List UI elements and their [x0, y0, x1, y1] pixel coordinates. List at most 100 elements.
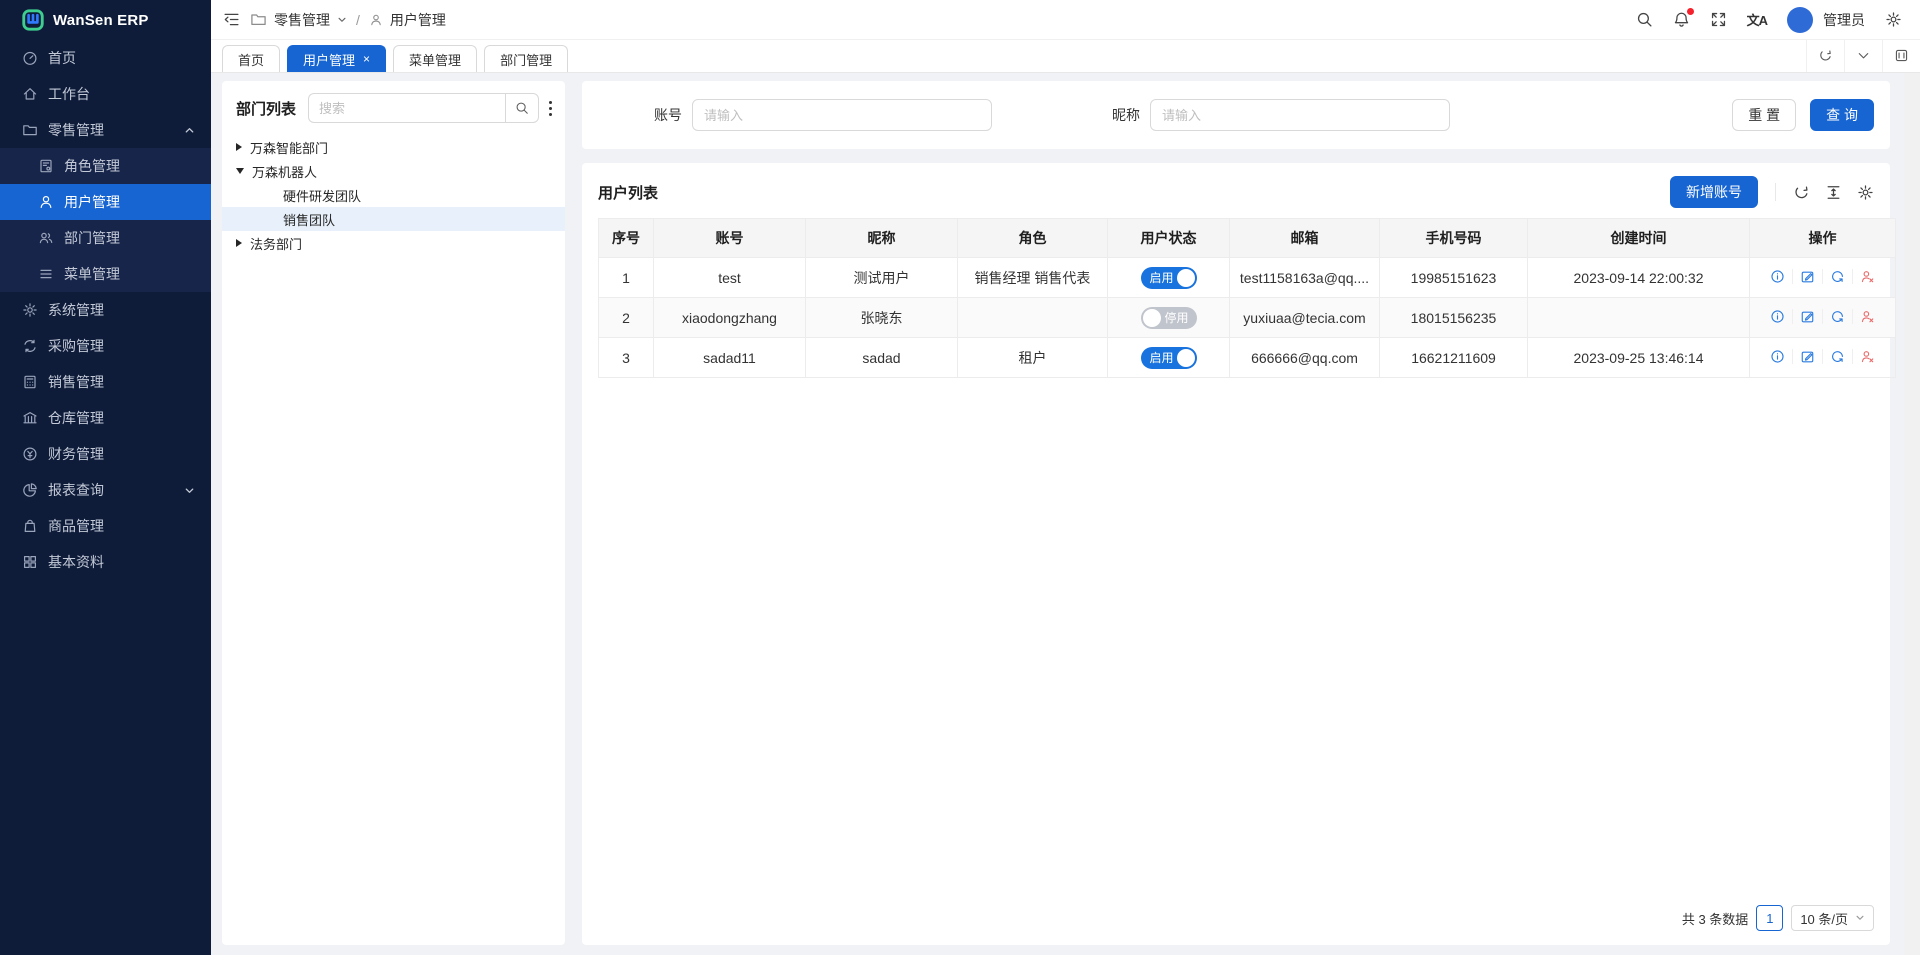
tabs-chevron-down-icon[interactable] [1844, 39, 1882, 72]
app-logo: WanSen ERP [0, 0, 211, 40]
account-input[interactable] [692, 99, 992, 131]
row-actions [1763, 309, 1882, 324]
sidebar-item-home[interactable]: 首页 [0, 40, 211, 76]
page-size-select[interactable]: 10 条/页 [1791, 905, 1874, 931]
fullscreen-icon[interactable] [1710, 11, 1727, 28]
sidebar-item-dept-mgmt[interactable]: 部门管理 [0, 220, 211, 256]
caret-right-icon[interactable] [236, 143, 242, 151]
notification-bell-icon[interactable] [1673, 11, 1690, 28]
row-height-icon[interactable] [1825, 184, 1842, 201]
tree-item-hardware-team[interactable]: 硬件研发团队 [222, 183, 565, 207]
sidebar-item-label: 零售管理 [48, 120, 104, 140]
settings-gear-icon[interactable] [1885, 11, 1902, 28]
reset-password-icon[interactable] [1822, 309, 1852, 324]
sidebar-item-sales-mgmt[interactable]: 销售管理 [0, 364, 211, 400]
open-tabs: 首页 用户管理 × 菜单管理 部门管理 [222, 45, 1806, 72]
tab-user-mgmt[interactable]: 用户管理 × [287, 45, 386, 72]
tree-item-wansen-robot[interactable]: 万森机器人 [222, 159, 565, 183]
info-icon[interactable] [1763, 269, 1792, 284]
table-refresh-icon[interactable] [1793, 184, 1810, 201]
maximize-pane-icon[interactable] [1882, 39, 1920, 72]
page-scrollbar[interactable] [1904, 73, 1920, 955]
sidebar-submenu-retail: 角色管理 用户管理 部门管理 菜单管理 [0, 148, 211, 292]
col-nickname: 昵称 [806, 219, 958, 258]
col-created: 创建时间 [1528, 219, 1750, 258]
sidebar-item-label: 基本资料 [48, 552, 104, 572]
gear-icon [22, 302, 38, 318]
col-phone: 手机号码 [1380, 219, 1528, 258]
info-icon[interactable] [1763, 309, 1792, 324]
col-email: 邮箱 [1230, 219, 1380, 258]
refresh-tab-icon[interactable] [1806, 39, 1844, 72]
sidebar-item-menu-mgmt[interactable]: 菜单管理 [0, 256, 211, 292]
sidebar-item-warehouse-mgmt[interactable]: 仓库管理 [0, 400, 211, 436]
department-panel: 部门列表 万森智能部门 万森机器人 硬件研发团队 销售团队 [222, 81, 565, 945]
sidebar-item-retail[interactable]: 零售管理 [0, 112, 211, 148]
user-name[interactable]: 管理员 [1823, 10, 1865, 30]
avatar[interactable] [1787, 7, 1813, 33]
tab-home[interactable]: 首页 [222, 45, 280, 72]
reset-password-icon[interactable] [1822, 349, 1852, 364]
info-icon[interactable] [1763, 349, 1792, 364]
sidebar-item-purchase-mgmt[interactable]: 采购管理 [0, 328, 211, 364]
team-icon [38, 230, 54, 246]
sidebar-item-label: 财务管理 [48, 444, 104, 464]
pagination-total: 共 3 条数据 [1682, 909, 1748, 928]
status-toggle[interactable]: 启用 [1141, 347, 1197, 369]
sidebar-item-user-mgmt[interactable]: 用户管理 [0, 184, 211, 220]
caret-right-icon[interactable] [236, 239, 242, 247]
edit-icon[interactable] [1792, 309, 1822, 324]
status-toggle[interactable]: 启用 [1141, 267, 1197, 289]
page-1-button[interactable]: 1 [1756, 905, 1783, 931]
tab-dept-mgmt[interactable]: 部门管理 [484, 45, 568, 72]
collapse-sidebar-icon[interactable] [223, 11, 240, 28]
search-icon[interactable] [1636, 11, 1653, 28]
column-settings-gear-icon[interactable] [1857, 184, 1874, 201]
header-actions: 文A 管理员 [1636, 7, 1902, 33]
col-status: 用户状态 [1108, 219, 1230, 258]
status-toggle[interactable]: 停用 [1141, 307, 1197, 329]
tree-item-wansen-smart[interactable]: 万森智能部门 [222, 135, 565, 159]
query-button[interactable]: 查 询 [1810, 99, 1874, 131]
department-panel-title: 部门列表 [236, 98, 296, 119]
edit-icon[interactable] [1792, 349, 1822, 364]
department-search-button[interactable] [505, 93, 539, 123]
sidebar-item-report-query[interactable]: 报表查询 [0, 472, 211, 508]
tree-item-legal-dept[interactable]: 法务部门 [222, 231, 565, 255]
sidebar-menu: 首页 工作台 零售管理 角色管理 用户管理 部门管理 [0, 40, 211, 580]
repeat-icon [22, 338, 38, 354]
reset-password-icon[interactable] [1822, 269, 1852, 284]
remove-user-icon[interactable] [1852, 269, 1882, 284]
department-search [308, 93, 539, 123]
sidebar-item-workbench[interactable]: 工作台 [0, 76, 211, 112]
add-account-button[interactable]: 新增账号 [1670, 176, 1758, 208]
reset-button[interactable]: 重 置 [1732, 99, 1796, 131]
sidebar-item-role-mgmt[interactable]: 角色管理 [0, 148, 211, 184]
user-list-card: 用户列表 新增账号 [582, 163, 1890, 945]
sidebar-item-system-mgmt[interactable]: 系统管理 [0, 292, 211, 328]
notification-dot [1687, 8, 1694, 15]
tab-close-icon[interactable]: × [363, 53, 370, 65]
sidebar-item-basic-data[interactable]: 基本资料 [0, 544, 211, 580]
sidebar-item-product-mgmt[interactable]: 商品管理 [0, 508, 211, 544]
department-search-input[interactable] [308, 93, 505, 123]
nickname-filter: 昵称 [1112, 99, 1450, 131]
caret-down-icon[interactable] [236, 168, 244, 174]
breadcrumb: 零售管理 / 用户管理 [250, 10, 446, 30]
dashboard-icon [22, 50, 38, 66]
table-row: 1 test 测试用户 销售经理 销售代表 启用 test1158163a@qq… [599, 258, 1896, 298]
edit-icon[interactable] [1792, 269, 1822, 284]
sidebar-item-label: 报表查询 [48, 480, 104, 500]
translate-icon[interactable]: 文A [1747, 10, 1767, 29]
remove-user-icon[interactable] [1852, 349, 1882, 364]
tree-item-sales-team[interactable]: 销售团队 [222, 207, 565, 231]
chevron-down-icon[interactable] [337, 15, 347, 25]
department-more-menu-icon[interactable] [547, 101, 553, 116]
main-content: 部门列表 万森智能部门 万森机器人 硬件研发团队 销售团队 [211, 73, 1920, 955]
remove-user-icon[interactable] [1852, 309, 1882, 324]
grid-icon [22, 554, 38, 570]
breadcrumb-root[interactable]: 零售管理 [274, 10, 330, 30]
sidebar-item-finance-mgmt[interactable]: 财务管理 [0, 436, 211, 472]
tab-menu-mgmt[interactable]: 菜单管理 [393, 45, 477, 72]
nickname-input[interactable] [1150, 99, 1450, 131]
